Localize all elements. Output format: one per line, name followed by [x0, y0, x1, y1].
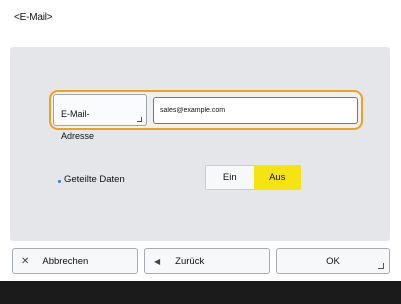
ok-button[interactable]: OK — [276, 248, 390, 274]
arrow-left-icon: ◀ — [154, 256, 161, 266]
shared-data-label: Geteilte Daten — [64, 174, 125, 185]
option-on-button[interactable]: Ein — [205, 165, 254, 190]
bullet-icon — [58, 180, 61, 183]
cancel-label: Abbrechen — [42, 255, 89, 267]
screen-title: <E-Mail> — [14, 12, 53, 23]
settings-panel — [10, 47, 390, 241]
option-off-button[interactable]: Aus — [253, 165, 301, 190]
email-label-line1: E-Mail- — [61, 109, 90, 119]
status-bar — [0, 281, 401, 304]
email-input[interactable] — [153, 97, 358, 124]
back-button[interactable]: ◀ Zurück — [144, 248, 270, 274]
corner-arrow-icon — [378, 263, 384, 269]
back-label: Zurück — [175, 255, 205, 267]
shared-data-toggle: Ein Aus — [205, 165, 301, 190]
email-label-line2: Adresse — [61, 131, 95, 141]
corner-arrow-icon — [137, 117, 142, 122]
ok-label: OK — [326, 255, 340, 267]
email-address-button[interactable]: E-Mail- Adresse — [53, 94, 147, 141]
close-icon: ✕ — [21, 255, 30, 267]
cancel-button[interactable]: ✕ Abbrechen — [12, 248, 138, 274]
